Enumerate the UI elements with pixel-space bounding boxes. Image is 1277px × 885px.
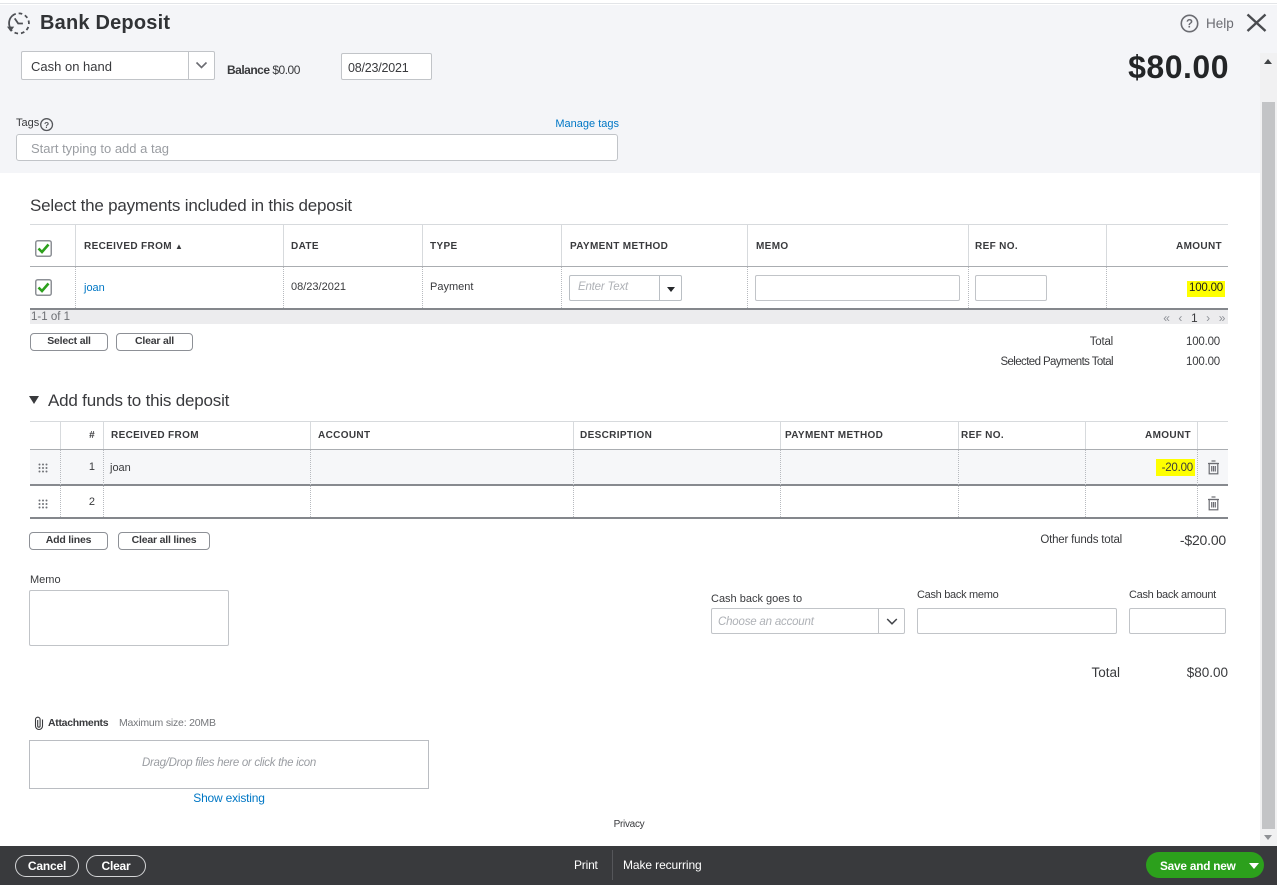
svg-text:?: ?	[1186, 19, 1193, 31]
svg-text:?: ?	[43, 119, 48, 129]
